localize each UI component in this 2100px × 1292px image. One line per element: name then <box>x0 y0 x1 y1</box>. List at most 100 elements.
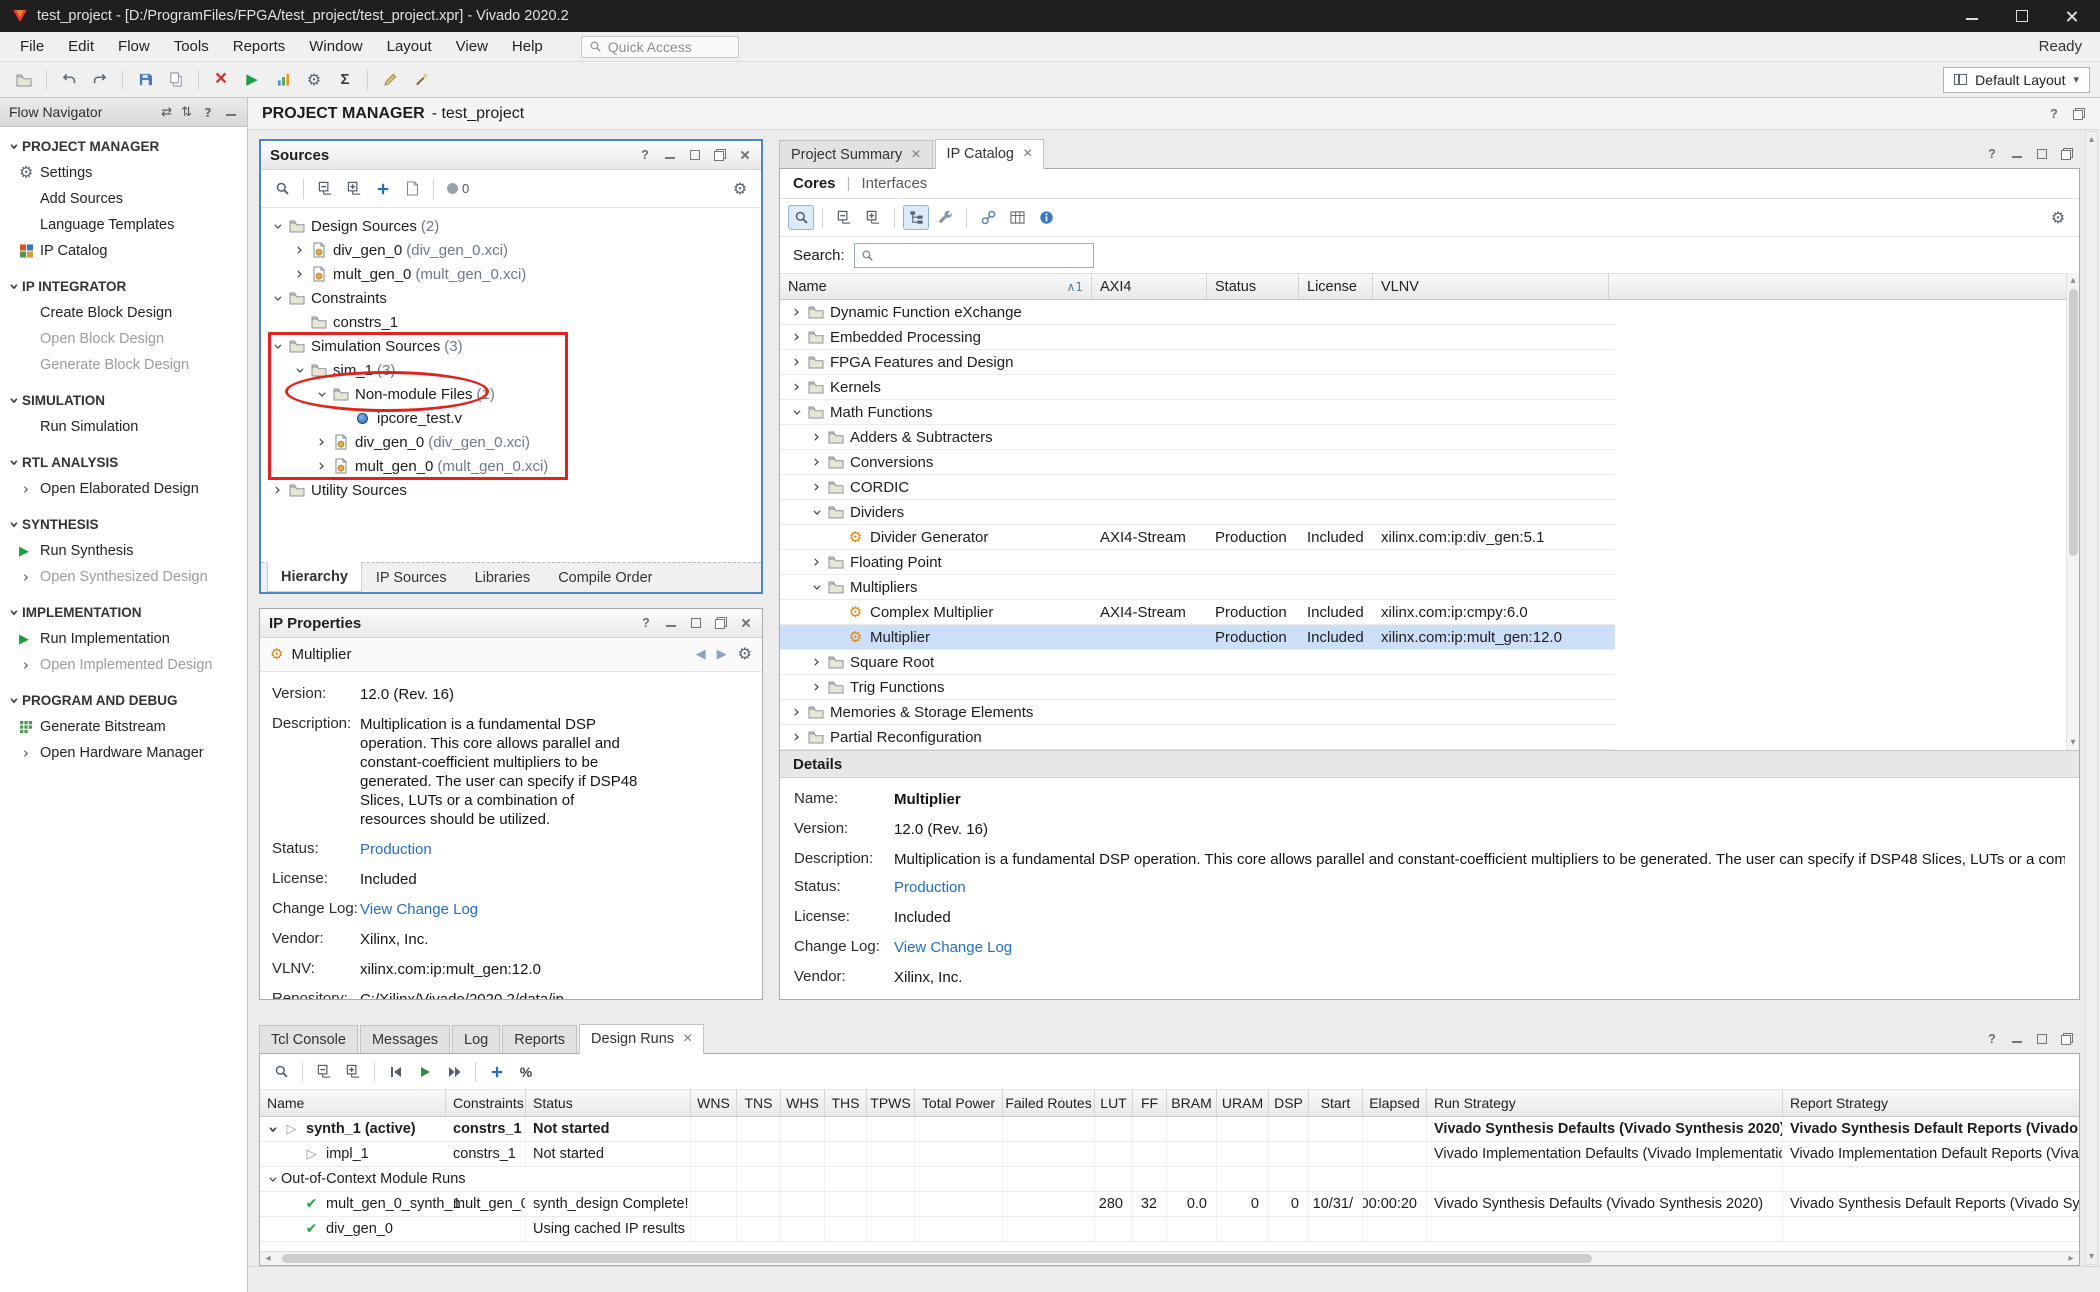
ip-catalog-row[interactable]: ›Math Functions <box>780 400 1615 425</box>
help-icon[interactable]: ? <box>1985 1032 1999 1046</box>
chevron-right-icon[interactable]: › <box>313 458 330 475</box>
flow-item-settings[interactable]: ⚙Settings <box>0 160 247 186</box>
ip-property-value[interactable]: Production <box>360 840 752 859</box>
runs-plus-icon[interactable] <box>484 1059 510 1084</box>
menu-edit[interactable]: Edit <box>56 34 106 59</box>
help-icon[interactable]: ? <box>201 105 215 119</box>
design-run-row[interactable]: ›▷impl_1constrs_1Not startedVivado Imple… <box>260 1142 2080 1167</box>
settings-gear-icon[interactable]: ⚙ <box>738 646 752 663</box>
forward-arrow-icon[interactable]: ▶ <box>717 647 727 662</box>
chevron-right-icon[interactable]: › <box>313 434 330 451</box>
column-header-axi4[interactable]: AXI4 <box>1092 274 1207 299</box>
toolbar-wand-icon[interactable] <box>407 66 435 93</box>
toolbar-undo-icon[interactable] <box>55 66 83 93</box>
toolbar-pencil-icon[interactable] <box>376 66 404 93</box>
toolbar-cancel-icon[interactable]: × <box>207 66 235 93</box>
menu-help[interactable]: Help <box>500 34 555 59</box>
catalog-expand-tree-icon[interactable] <box>860 205 886 230</box>
column-header-constraints[interactable]: Constraints <box>446 1090 526 1116</box>
chevron-right-icon[interactable]: › <box>808 479 825 496</box>
chevron-right-icon[interactable]: › <box>808 454 825 471</box>
flow-item-ip-catalog[interactable]: IP Catalog <box>0 238 247 264</box>
chevron-right-icon[interactable]: › <box>808 429 825 446</box>
sources-badge-icon[interactable]: 0 <box>442 176 474 201</box>
column-header-dsp[interactable]: DSP <box>1269 1090 1309 1116</box>
flow-section-program-and-debug[interactable]: ›PROGRAM AND DEBUG <box>0 687 247 714</box>
chevron-down-icon[interactable]: › <box>269 218 286 235</box>
toolbar-sigma-icon[interactable]: Σ <box>331 66 359 93</box>
ip-catalog-row[interactable]: ›FPGA Features and Design <box>780 350 1615 375</box>
sources-tab-libraries[interactable]: Libraries <box>461 563 545 592</box>
runs-fast-forward-icon[interactable] <box>441 1059 467 1084</box>
column-header-status[interactable]: Status <box>1207 274 1299 299</box>
subtab-interfaces[interactable]: Interfaces <box>861 175 927 192</box>
tab-project-summary[interactable]: Project Summary× <box>779 140 933 168</box>
tab-design-runs[interactable]: Design Runs× <box>579 1024 704 1054</box>
chevron-right-icon[interactable]: › <box>269 482 286 499</box>
scroll-right-icon[interactable]: ▸ <box>2064 1253 2078 1264</box>
help-icon[interactable]: ? <box>639 616 653 630</box>
chevron-right-icon[interactable]: › <box>788 304 805 321</box>
settings-gear-icon[interactable]: ⚙ <box>727 176 753 201</box>
ip-search-input[interactable] <box>879 247 1087 264</box>
catalog-scrollbar[interactable]: ▴ ▾ <box>2066 273 2079 750</box>
ip-catalog-row[interactable]: ›Dividers <box>780 500 1615 525</box>
vertical-scrollbar[interactable]: ▴ ▾ <box>2085 131 2098 1265</box>
tree-item[interactable]: ›ipcore_test.v <box>261 406 761 430</box>
tab-ip-catalog[interactable]: IP Catalog× <box>935 139 1045 169</box>
detail-value[interactable]: Production <box>894 878 2065 897</box>
column-header-name[interactable]: Name∧1 <box>780 274 1092 299</box>
catalog-magnifier-icon[interactable] <box>788 205 814 230</box>
maximize-icon[interactable] <box>688 148 702 162</box>
toolbar-folder-open-icon[interactable] <box>10 66 38 93</box>
close-icon[interactable]: × <box>911 147 920 163</box>
ip-catalog-row[interactable]: ›Embedded Processing <box>780 325 1615 350</box>
column-header-license[interactable]: License <box>1299 274 1373 299</box>
chevron-down-icon[interactable]: › <box>788 404 805 421</box>
quick-access-search[interactable]: Quick Access <box>581 36 739 58</box>
float-icon[interactable] <box>713 148 727 162</box>
minimize-icon[interactable] <box>664 616 678 630</box>
ip-catalog-row[interactable]: ›Dynamic Function eXchange <box>780 300 1615 325</box>
close-icon[interactable]: × <box>683 1031 692 1047</box>
ip-catalog-row[interactable]: ›Partial Reconfiguration <box>780 725 1615 750</box>
help-icon[interactable]: ? <box>2047 107 2061 121</box>
sources-document-icon[interactable] <box>399 176 425 201</box>
chevron-down-icon[interactable]: › <box>313 386 330 403</box>
flow-section-synthesis[interactable]: ›SYNTHESIS <box>0 511 247 538</box>
column-header-failed-routes[interactable]: Failed Routes <box>1003 1090 1095 1116</box>
minimize-icon[interactable] <box>663 148 677 162</box>
ip-property-value[interactable]: View Change Log <box>360 900 752 919</box>
search-box[interactable] <box>854 243 1094 268</box>
sort-icon[interactable]: ⇅ <box>181 105 192 120</box>
column-header-bram[interactable]: BRAM <box>1167 1090 1217 1116</box>
column-header-tpws[interactable]: TPWS <box>867 1090 915 1116</box>
column-header-status[interactable]: Status <box>526 1090 691 1116</box>
sources-plus-icon[interactable] <box>370 176 396 201</box>
tree-item[interactable]: ›Constraints <box>261 286 761 310</box>
chevron-right-icon[interactable]: › <box>808 654 825 671</box>
toolbar-copy-icon[interactable] <box>162 66 190 93</box>
chevron-right-icon[interactable]: › <box>788 729 805 746</box>
ip-catalog-row[interactable]: ›Kernels <box>780 375 1615 400</box>
catalog-wrench-icon[interactable] <box>932 205 958 230</box>
collapse-icon[interactable] <box>224 105 238 119</box>
column-header-ff[interactable]: FF <box>1133 1090 1167 1116</box>
chevron-right-icon[interactable]: › <box>808 554 825 571</box>
column-header-ths[interactable]: THS <box>825 1090 867 1116</box>
toolbar-chart-icon[interactable] <box>269 66 297 93</box>
column-header-vlnv[interactable]: VLNV <box>1373 274 1609 299</box>
flow-item-run-implementation[interactable]: ▶Run Implementation <box>0 626 247 652</box>
tree-item[interactable]: ›Utility Sources <box>261 478 761 502</box>
flow-section-simulation[interactable]: ›SIMULATION <box>0 387 247 414</box>
column-header-run-strategy[interactable]: Run Strategy <box>1427 1090 1783 1116</box>
tab-log[interactable]: Log <box>452 1025 500 1053</box>
ip-catalog-row[interactable]: ›Multipliers <box>780 575 1615 600</box>
toolbar-save-icon[interactable] <box>131 66 159 93</box>
chevron-down-icon[interactable]: › <box>291 362 308 379</box>
tree-item[interactable]: ›Simulation Sources (3) <box>261 334 761 358</box>
design-run-row[interactable]: ›✔div_gen_0Using cached IP results <box>260 1217 2080 1242</box>
close-icon[interactable]: × <box>1023 146 1032 162</box>
chevron-right-icon[interactable]: › <box>788 704 805 721</box>
ip-catalog-row[interactable]: ›Adders & Subtracters <box>780 425 1615 450</box>
